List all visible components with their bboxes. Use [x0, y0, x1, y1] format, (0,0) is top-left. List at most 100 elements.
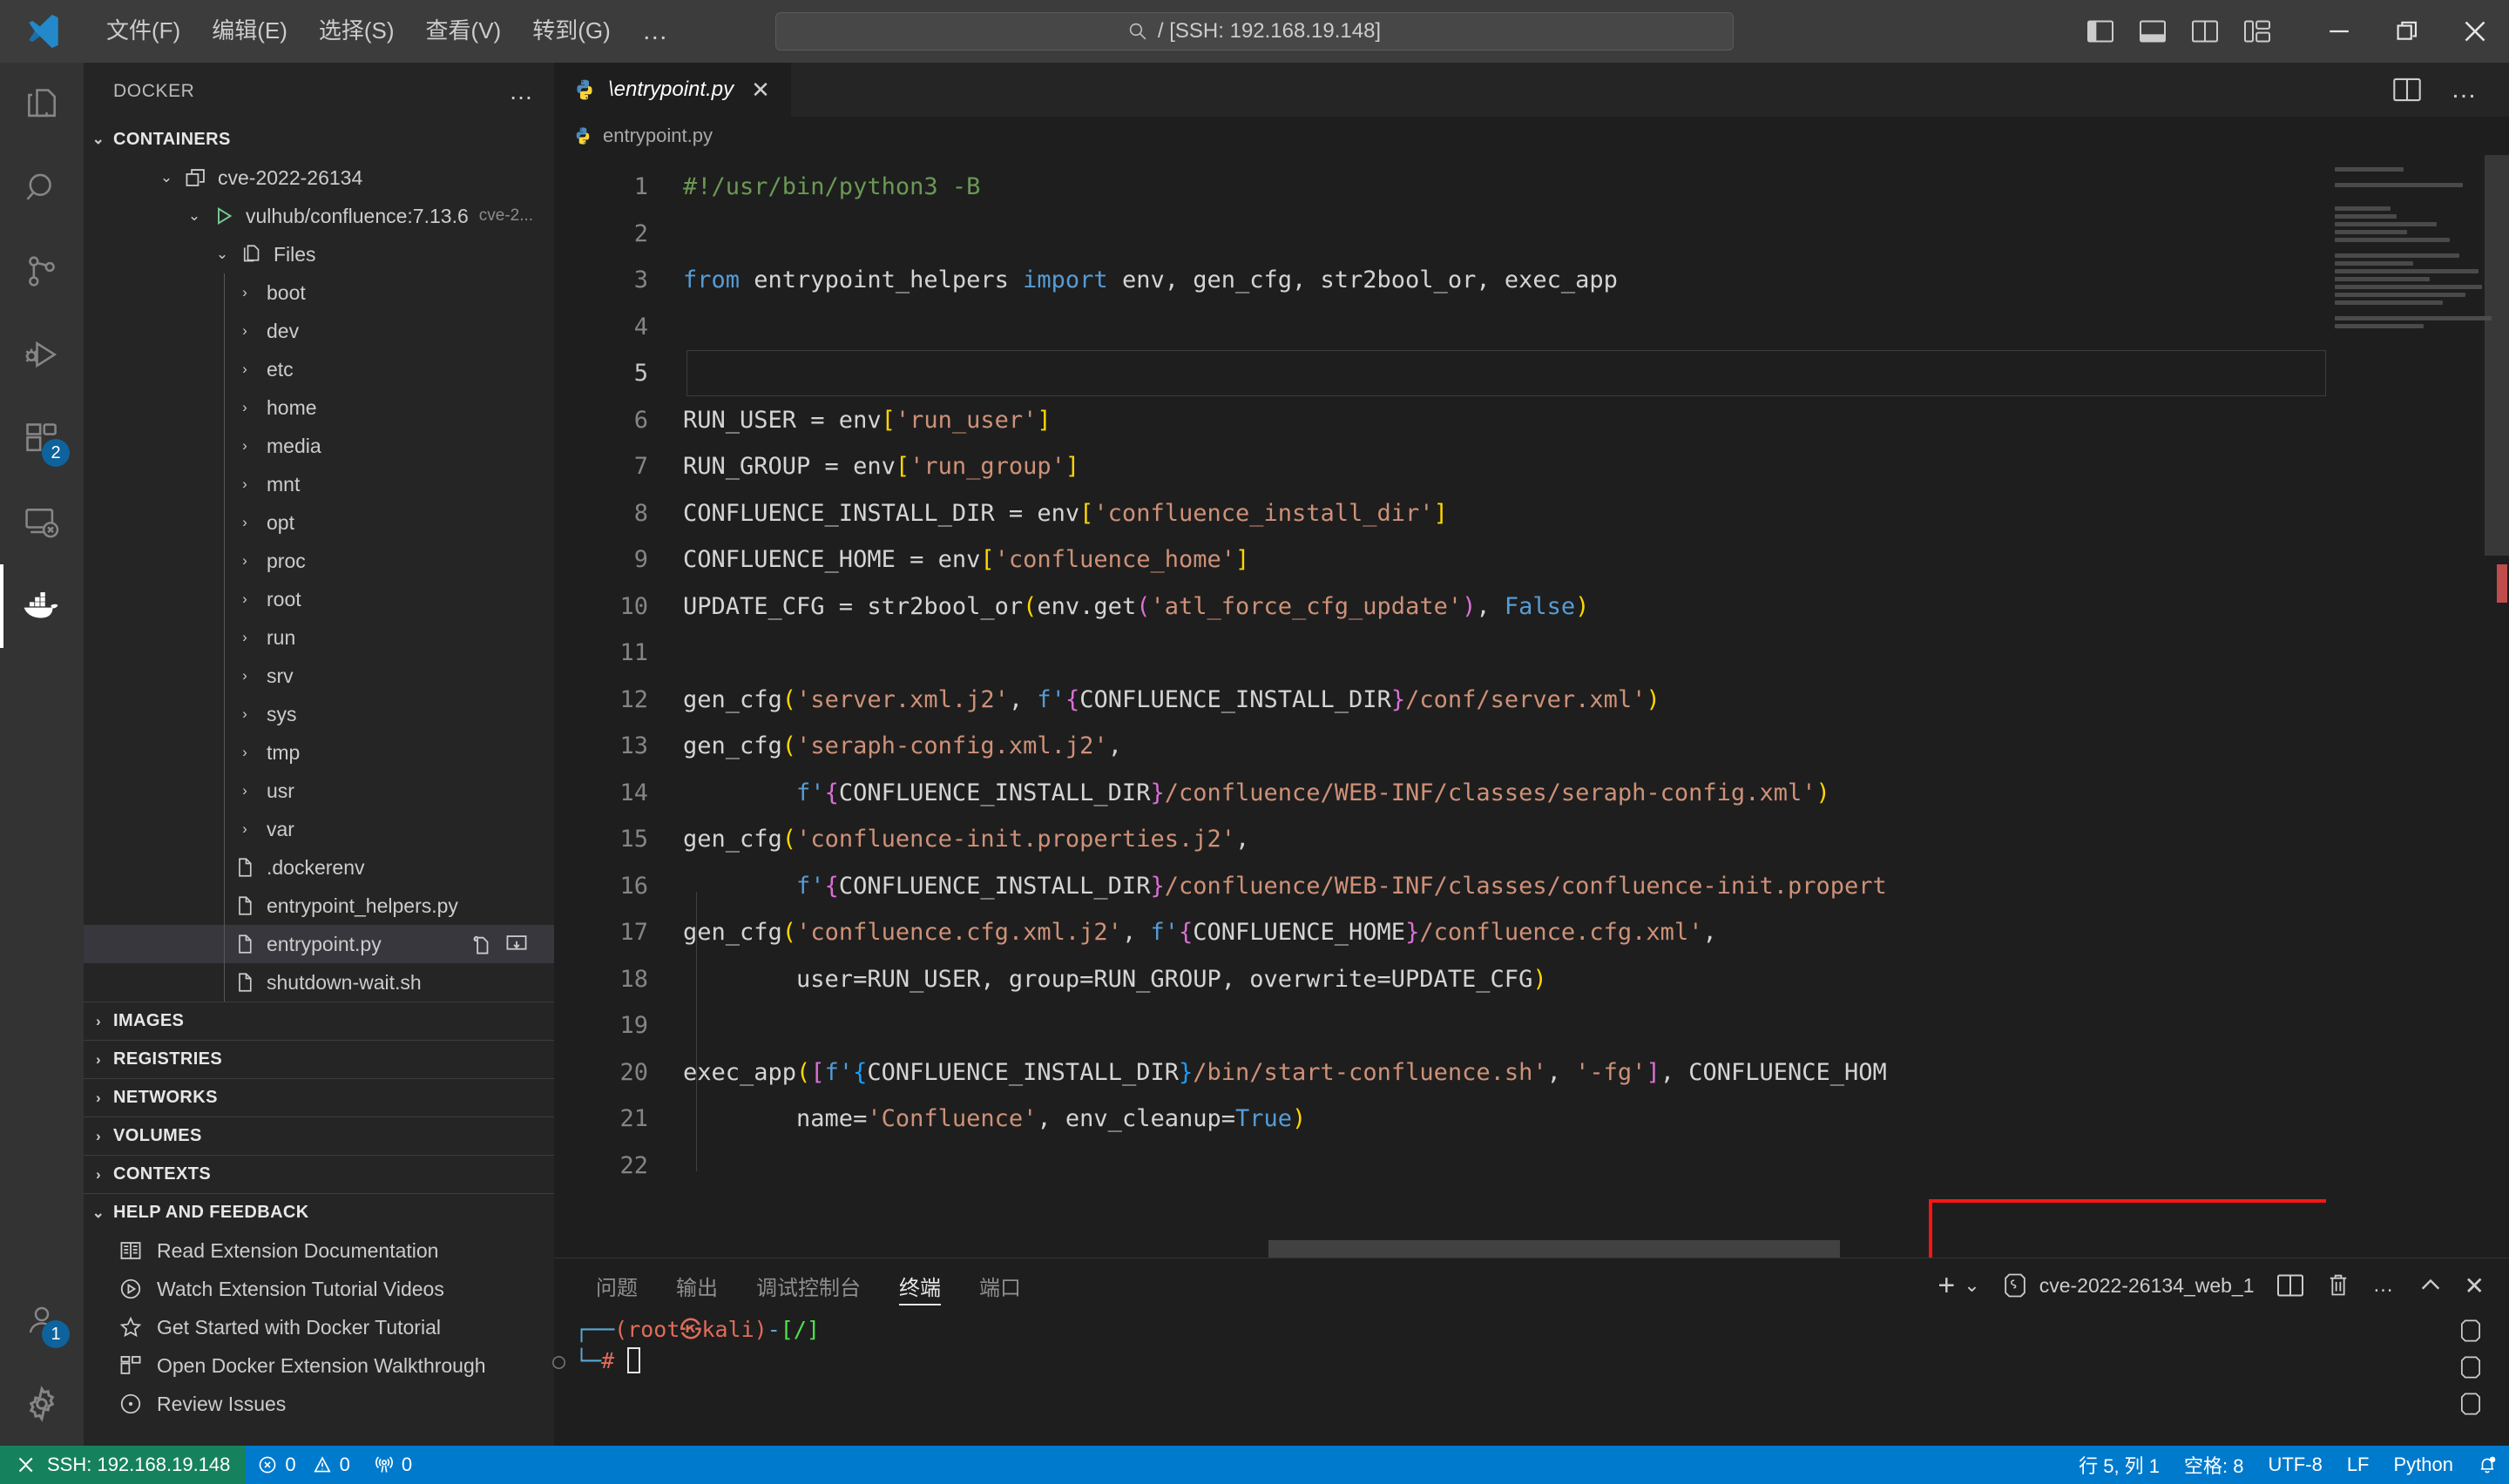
close-icon[interactable]: ✕ — [746, 77, 775, 104]
toggle-secondary-sidebar-icon[interactable] — [2192, 20, 2218, 43]
section-help-and-feedback[interactable]: ⌄ HELP AND FEEDBACK — [84, 1193, 554, 1231]
activity-accounts-icon[interactable]: 1 — [0, 1278, 84, 1362]
tree-row-folder[interactable]: › run — [84, 618, 554, 657]
activity-search-icon[interactable] — [0, 146, 84, 230]
help-item[interactable]: Read Extension Documentation — [84, 1231, 554, 1270]
terminal-selector[interactable]: cve-2022-26134_web_1 — [2003, 1272, 2255, 1298]
tree-row-folder[interactable]: › home — [84, 388, 554, 427]
chevron-right-icon[interactable]: › — [230, 476, 260, 493]
chevron-right-icon[interactable]: › — [230, 322, 260, 340]
editor-minimap[interactable] — [2326, 155, 2509, 1258]
tree-row-file[interactable]: entrypoint.py — [84, 925, 554, 963]
tree-row-container[interactable]: ⌄ cve-2022-26134 — [84, 159, 554, 197]
help-item[interactable]: Watch Extension Tutorial Videos — [84, 1270, 554, 1308]
tree-row-image[interactable]: ⌄ vulhub/confluence:7.13.6 cve-2... — [84, 197, 554, 235]
tab-debug-console[interactable]: 调试控制台 — [737, 1258, 880, 1312]
trash-icon[interactable] — [2326, 1272, 2350, 1298]
scrollbar-thumb[interactable] — [1268, 1240, 1840, 1258]
tree-row-file[interactable]: shutdown-wait.sh — [84, 963, 554, 1002]
help-item[interactable]: Open Docker Extension Walkthrough — [84, 1346, 554, 1385]
window-close-button[interactable] — [2441, 0, 2509, 63]
tab-problems[interactable]: 问题 — [577, 1258, 657, 1312]
tree-row-folder[interactable]: › root — [84, 580, 554, 618]
close-panel-icon[interactable]: ✕ — [2465, 1272, 2485, 1300]
chevron-right-icon[interactable]: › — [230, 552, 260, 570]
toggle-panel-icon[interactable] — [2140, 20, 2166, 43]
chevron-right-icon[interactable]: › — [230, 284, 260, 301]
tab-output[interactable]: 输出 — [657, 1258, 737, 1312]
activity-run-debug-icon[interactable] — [0, 314, 84, 397]
chevron-right-icon[interactable]: › — [230, 782, 260, 799]
section-registries[interactable]: › REGISTRIES — [84, 1040, 554, 1078]
activity-docker-icon[interactable] — [0, 564, 84, 648]
scrollbar-thumb[interactable] — [2485, 155, 2509, 556]
chevron-right-icon[interactable]: › — [230, 361, 260, 378]
tree-row-folder[interactable]: › mnt — [84, 465, 554, 503]
tree-row-folder[interactable]: › usr — [84, 772, 554, 810]
tree-row-folder[interactable]: › dev — [84, 312, 554, 350]
chevron-right-icon[interactable]: › — [230, 514, 260, 531]
activity-explorer-icon[interactable] — [0, 63, 84, 146]
tree-row-folder[interactable]: › proc — [84, 542, 554, 580]
sidebar-more-icon[interactable]: … — [509, 78, 535, 105]
tree-row-folder[interactable]: › srv — [84, 657, 554, 695]
tree-row-folder[interactable]: › media — [84, 427, 554, 465]
status-language-mode[interactable]: Python — [2382, 1446, 2466, 1484]
tree-row-file[interactable]: .dockerenv — [84, 848, 554, 887]
chevron-right-icon[interactable]: › — [230, 629, 260, 646]
breadcrumb[interactable]: entrypoint.py — [554, 117, 2509, 155]
download-file-icon[interactable] — [505, 933, 528, 955]
activity-extensions-icon[interactable]: 2 — [0, 397, 84, 481]
menu-view[interactable]: 查看(V) — [410, 11, 517, 51]
panel-more-icon[interactable]: … — [2373, 1273, 2397, 1298]
chevron-right-icon[interactable]: › — [230, 705, 260, 723]
split-terminal-icon[interactable] — [2276, 1273, 2303, 1298]
status-notifications-bell-icon[interactable] — [2465, 1446, 2509, 1484]
status-remote-indicator[interactable]: SSH: 192.168.19.148 — [0, 1446, 247, 1484]
code-surface[interactable]: 1 #!/usr/bin/python3 -B 2 3 from entrypoin… — [554, 155, 2326, 1258]
split-editor-icon[interactable] — [2393, 78, 2421, 102]
status-problems[interactable]: 0 0 — [246, 1446, 362, 1484]
menu-more-icon[interactable]: … — [626, 15, 686, 48]
maximize-panel-icon[interactable] — [2419, 1274, 2442, 1297]
toggle-primary-sidebar-icon[interactable] — [2087, 20, 2113, 43]
tree-row-file[interactable]: entrypoint_helpers.py — [84, 887, 554, 925]
chevron-right-icon[interactable]: › — [230, 820, 260, 838]
window-restore-button[interactable] — [2373, 0, 2441, 63]
new-terminal-button[interactable]: + — [1938, 1269, 1955, 1303]
chevron-right-icon[interactable]: › — [230, 399, 260, 416]
tree-row-files[interactable]: ⌄ Files — [84, 235, 554, 273]
status-line-col[interactable]: 行 5, 列 1 — [2066, 1446, 2172, 1484]
menu-go[interactable]: 转到(G) — [517, 11, 626, 51]
menu-edit[interactable]: 编辑(E) — [196, 11, 303, 51]
tab-terminal[interactable]: 终端 — [880, 1258, 960, 1312]
tree-row-folder[interactable]: › var — [84, 810, 554, 848]
window-minimize-button[interactable] — [2305, 0, 2373, 63]
section-networks[interactable]: › NETWORKS — [84, 1078, 554, 1116]
chevron-right-icon[interactable]: › — [230, 667, 260, 685]
tree-row-folder[interactable]: › opt — [84, 503, 554, 542]
status-radio-tower[interactable]: 0 — [362, 1446, 424, 1484]
new-terminal-dropdown-icon[interactable]: ⌄ — [1964, 1274, 1979, 1297]
editor-horizontal-scrollbar[interactable] — [1268, 1240, 2108, 1258]
status-eol[interactable]: LF — [2335, 1446, 2382, 1484]
tree-row-folder[interactable]: › etc — [84, 350, 554, 388]
activity-source-control-icon[interactable] — [0, 230, 84, 314]
terminal-output[interactable]: ┌──(root㉿kali)-[/] ○ └─# — [552, 1312, 2509, 1446]
chevron-right-icon[interactable]: › — [230, 744, 260, 761]
section-images[interactable]: › IMAGES — [84, 1002, 554, 1040]
editor-vertical-scrollbar[interactable] — [2485, 155, 2509, 1258]
tree-row-folder[interactable]: › boot — [84, 273, 554, 312]
help-item[interactable]: Get Started with Docker Tutorial — [84, 1308, 554, 1346]
terminal-tab-icon-2[interactable] — [2452, 1349, 2490, 1386]
command-center[interactable]: / [SSH: 192.168.19.148] — [775, 12, 1734, 51]
status-indentation[interactable]: 空格: 8 — [2172, 1446, 2255, 1484]
terminal-tab-icon-1[interactable] — [2452, 1312, 2490, 1349]
tree-row-folder[interactable]: › sys — [84, 695, 554, 733]
section-containers[interactable]: ⌄ CONTAINERS — [84, 120, 554, 159]
editor-tab-entrypoint[interactable]: \entrypoint.py ✕ — [554, 63, 792, 117]
section-contexts[interactable]: › CONTEXTS — [84, 1155, 554, 1193]
help-item[interactable]: Review Issues — [84, 1385, 554, 1423]
terminal-tab-icon-3[interactable] — [2452, 1386, 2490, 1422]
tab-ports[interactable]: 端口 — [960, 1258, 1040, 1312]
